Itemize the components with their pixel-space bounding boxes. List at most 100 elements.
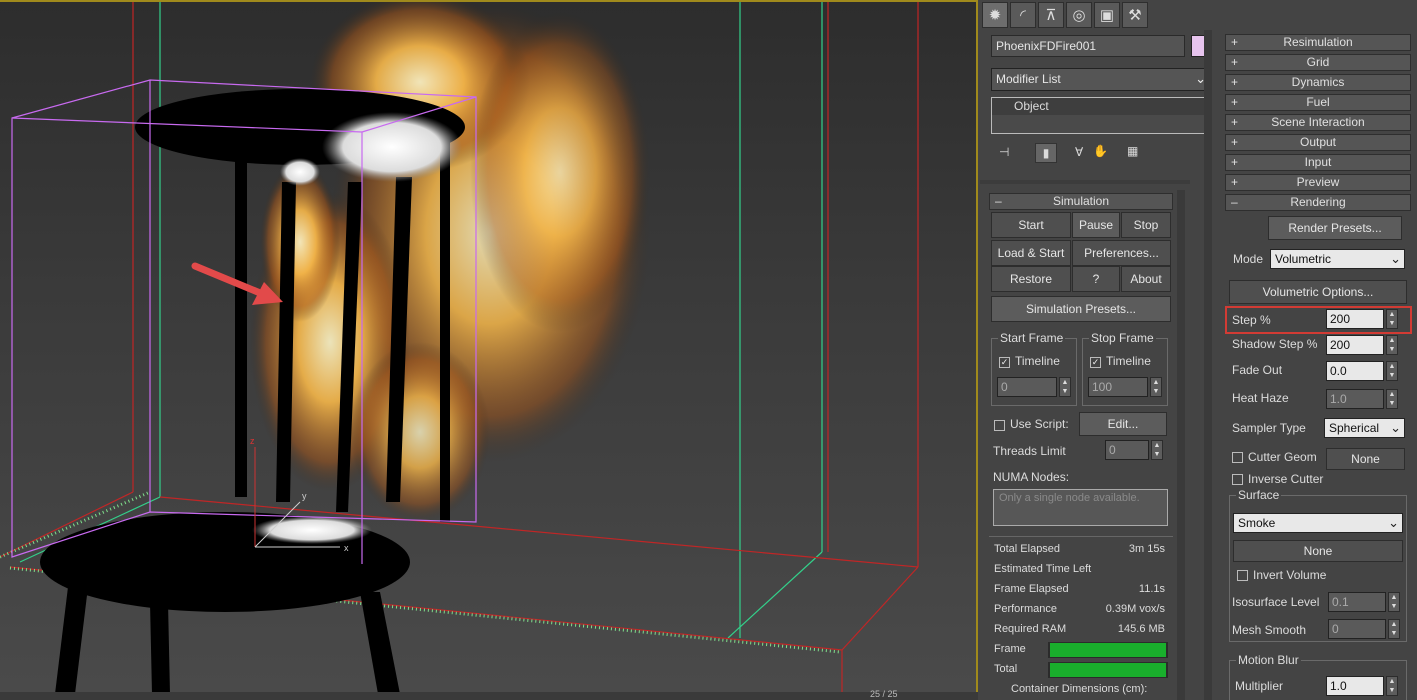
volumetric-options-button[interactable]: Volumetric Options... [1229,280,1407,304]
step-spinner[interactable]: 200 ▲ ▼ [1326,309,1398,329]
threads-limit-value[interactable]: 0 [1105,440,1149,460]
heat-haze-spinner[interactable]: 1.0 ▲ ▼ [1326,389,1398,409]
spinner-arrows-icon[interactable]: ▲ ▼ [1388,619,1400,639]
utilities-tab[interactable]: ⚒ [1122,2,1148,28]
total-elapsed-label: Total Elapsed [994,543,1061,555]
object-name-field[interactable]: PhoenixFDFire001 [991,35,1185,57]
motion-tab[interactable]: ◎ [1066,2,1092,28]
surface-label: Surface [1236,488,1282,502]
modify-tab[interactable]: ◜ [1010,2,1036,28]
multiplier-value[interactable]: 1.0 [1326,676,1384,696]
inverse-cutter-checkbox[interactable] [1232,474,1243,485]
dynamics-rollout-header[interactable]: + Dynamics [1225,74,1411,91]
spinner-arrows-icon[interactable]: ▲ ▼ [1388,592,1400,612]
stop-timeline-checkbox[interactable]: ✓ [1090,357,1101,368]
surface-dropdown[interactable]: Smoke ⌄ [1233,513,1403,533]
start-timeline-checkbox[interactable]: ✓ [999,357,1010,368]
start-frame-value[interactable]: 0 [997,377,1057,397]
frame-elapsed-value: 11.1s [1138,583,1165,595]
invert-volume-checkbox[interactable] [1237,570,1248,581]
spinner-arrows-icon[interactable]: ▲ ▼ [1386,676,1398,696]
restore-button[interactable]: Restore [991,266,1071,292]
make-unique-icon[interactable]: ∀ [1075,145,1083,159]
surface-value: Smoke [1238,516,1276,530]
cutter-geom-checkbox[interactable] [1232,452,1243,463]
left-panel-scrollbar[interactable] [1177,190,1185,700]
chevron-down-icon: ⌄ [1390,420,1401,435]
shadow-step-value[interactable]: 200 [1326,335,1384,355]
about-button[interactable]: About [1121,266,1171,292]
create-tab[interactable]: ✹ [982,2,1008,28]
pause-button[interactable]: Pause [1072,212,1120,238]
mode-label: Mode [1233,252,1264,266]
perspective-viewport[interactable]: z x y [0,0,978,692]
mesh-smooth-spinner[interactable]: 0 ▲ ▼ [1328,619,1400,639]
rollout-title: Simulation [1052,194,1110,208]
simulation-rollout-header[interactable]: – Simulation [989,193,1173,210]
spinner-arrows-icon[interactable]: ▲ ▼ [1059,377,1071,397]
fade-out-spinner[interactable]: 0.0 ▲ ▼ [1326,361,1398,381]
threads-limit-spinner[interactable]: 0 ▲ ▼ [1105,440,1165,460]
motion-blur-label: Motion Blur [1236,653,1301,667]
mesh-smooth-value[interactable]: 0 [1328,619,1386,639]
spinner-arrows-icon[interactable]: ▲ ▼ [1150,377,1162,397]
preview-rollout-header[interactable]: + Preview [1225,174,1411,191]
help-button[interactable]: ? [1072,266,1120,292]
spinner-arrows-icon[interactable]: ▲ ▼ [1151,440,1163,460]
stop-frame-spinner[interactable]: 100 ▲ ▼ [1088,377,1164,397]
stop-frame-value[interactable]: 100 [1088,377,1148,397]
total-progress-track [1048,662,1168,678]
simulation-presets-button[interactable]: Simulation Presets... [991,296,1171,322]
frame-progress-track [1048,642,1168,658]
use-script-checkbox[interactable] [994,420,1005,431]
configure-sets-icon[interactable]: ▦ [1127,144,1138,158]
middle-scrollbar[interactable] [1204,30,1212,700]
spinner-arrows-icon[interactable]: ▲ ▼ [1386,335,1398,355]
resimulation-rollout-header[interactable]: + Resimulation [1225,34,1411,51]
stop-frame-label: Stop Frame [1089,331,1156,345]
modify-arc-icon: ◜ [1020,7,1026,24]
stop-button[interactable]: Stop [1121,212,1171,238]
pin-stack-icon[interactable]: ⊣ [999,145,1009,159]
show-end-result-icon[interactable]: ▮ [1035,143,1057,163]
stack-item-object[interactable]: Object [992,98,1205,115]
cutter-geom-pick-button[interactable]: None [1326,448,1405,470]
render-presets-button[interactable]: Render Presets... [1268,216,1402,240]
rollout-title: Preview [1296,175,1340,189]
mode-dropdown[interactable]: Volumetric ⌄ [1270,249,1405,269]
input-rollout-header[interactable]: + Input [1225,154,1411,171]
cutter-geom-label: Cutter Geom [1248,450,1317,464]
edit-script-button[interactable]: Edit... [1079,412,1167,436]
scene-interaction-rollout-header[interactable]: + Scene Interaction [1225,114,1411,131]
multiplier-spinner[interactable]: 1.0 ▲ ▼ [1326,676,1398,696]
spinner-arrows-icon[interactable]: ▲ ▼ [1386,389,1398,409]
display-tab[interactable]: ▣ [1094,2,1120,28]
hierarchy-tab[interactable]: ⊼ [1038,2,1064,28]
start-button[interactable]: Start [991,212,1071,238]
preferences-button[interactable]: Preferences... [1072,240,1171,266]
isosurface-level-value[interactable]: 0.1 [1328,592,1386,612]
shadow-step-spinner[interactable]: 200 ▲ ▼ [1326,335,1398,355]
fuel-rollout-header[interactable]: + Fuel [1225,94,1411,111]
output-rollout-header[interactable]: + Output [1225,134,1411,151]
grid-rollout-header[interactable]: + Grid [1225,54,1411,71]
load-start-button[interactable]: Load & Start [991,240,1071,266]
surface-pick-button[interactable]: None [1233,540,1403,562]
fade-out-value[interactable]: 0.0 [1326,361,1384,381]
rollout-title: Output [1299,135,1337,149]
motion-icon: ◎ [1072,7,1086,24]
total-progress-label: Total [994,663,1018,675]
heat-haze-value[interactable]: 1.0 [1326,389,1384,409]
sampler-type-dropdown[interactable]: Spherical ⌄ [1324,418,1405,438]
isosurface-level-spinner[interactable]: 0.1 ▲ ▼ [1328,592,1400,612]
command-panel-tabs: ✹ ◜ ⊼ ◎ ▣ ⚒ [980,0,1417,30]
spinner-arrows-icon[interactable]: ▲ ▼ [1386,309,1398,329]
step-value[interactable]: 200 [1326,309,1384,329]
remove-modifier-icon[interactable]: ✋ [1093,144,1108,158]
start-frame-spinner[interactable]: 0 ▲ ▼ [997,377,1073,397]
modifier-stack: Object [991,97,1206,134]
rendering-rollout-header[interactable]: – Rendering [1225,194,1411,211]
spinner-arrows-icon[interactable]: ▲ ▼ [1386,361,1398,381]
collapse-icon: – [995,194,1002,208]
modifier-list-dropdown[interactable]: Modifier List ⌄ [991,68,1210,91]
